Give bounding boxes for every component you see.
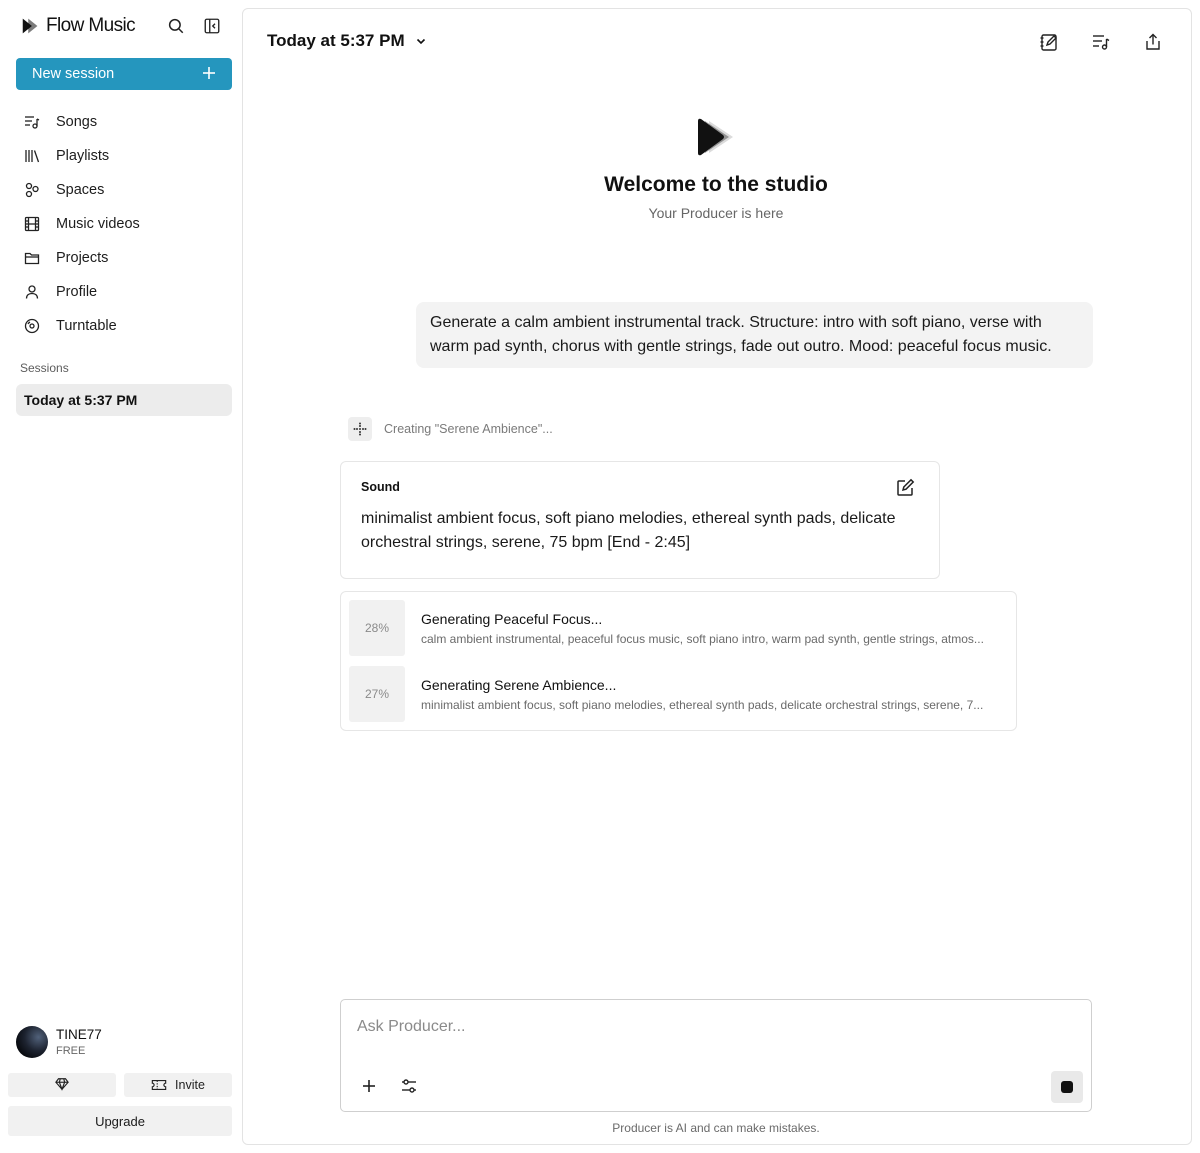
share-icon[interactable] (1142, 31, 1164, 53)
studio-logo-icon (698, 118, 733, 156)
new-session-label: New session (32, 66, 115, 82)
sidebar-item-label: Profile (56, 284, 98, 300)
sidebar-item-songs[interactable]: Songs (16, 105, 232, 139)
welcome-title: Welcome to the studio (604, 173, 828, 196)
session-title-dropdown[interactable]: Today at 5:37 PM (267, 31, 427, 51)
stop-generation-button[interactable] (1051, 1071, 1083, 1103)
settings-sliders-icon[interactable] (399, 1076, 419, 1096)
new-session-button[interactable]: New session (16, 58, 232, 90)
stop-icon (1061, 1081, 1073, 1093)
sound-card: Sound minimalist ambient focus, soft pia… (340, 461, 940, 579)
generation-title: Generating Serene Ambience... (421, 676, 617, 693)
avatar (16, 1026, 48, 1058)
sidebar-item-projects[interactable]: Projects (16, 241, 232, 275)
search-icon[interactable] (166, 16, 186, 36)
generation-title: Generating Peaceful Focus... (421, 610, 603, 627)
user-name: TINE77 (56, 1027, 102, 1042)
upgrade-button[interactable]: Upgrade (8, 1106, 232, 1136)
ask-producer-input[interactable] (357, 1018, 1057, 1036)
chevron-down-icon (415, 35, 427, 47)
main-nav: Songs Playlists Spaces Music videos Proj… (16, 105, 232, 343)
collapse-sidebar-icon[interactable] (202, 16, 222, 36)
sound-card-label: Sound (361, 480, 400, 494)
sidebar-item-label: Spaces (56, 182, 105, 198)
song-queue-icon[interactable] (1090, 31, 1112, 53)
sidebar-item-label: Projects (56, 250, 109, 266)
sidebar-item-label: Turntable (56, 318, 117, 334)
user-plan-badge: FREE (56, 1045, 86, 1057)
sound-card-text: minimalist ambient focus, soft piano mel… (361, 510, 896, 551)
generation-progress: 27% (349, 666, 405, 722)
composer (340, 999, 1092, 1112)
user-account[interactable]: TINE77 FREE (16, 1026, 102, 1058)
ai-disclaimer: Producer is AI and can make mistakes. (612, 1121, 820, 1135)
generation-description: calm ambient instrumental, peaceful focu… (421, 631, 984, 646)
credits-button[interactable] (8, 1073, 116, 1097)
sidebar-item-label: Songs (56, 114, 98, 130)
app-name: Flow Music (46, 15, 136, 36)
session-title: Today at 5:37 PM (267, 31, 405, 50)
loading-dots-icon (348, 417, 372, 441)
studio-panel: Today at 5:37 PM Welcome to the studio Y… (242, 8, 1192, 1145)
sidebar-item-playlists[interactable]: Playlists (16, 139, 232, 173)
sidebar: Flow Music New session Songs Playlists S… (0, 0, 242, 1153)
generation-item[interactable]: 28% Generating Peaceful Focus... calm am… (349, 600, 1009, 656)
generation-item[interactable]: 27% Generating Serene Ambience... minima… (349, 666, 1009, 722)
ticket-icon (151, 1078, 167, 1092)
welcome-subtitle: Your Producer is here (648, 205, 784, 221)
add-attachment-icon[interactable] (359, 1076, 379, 1096)
invite-label: Invite (175, 1078, 205, 1092)
library-icon (24, 148, 40, 164)
film-icon (24, 216, 40, 232)
gem-icon (55, 1077, 69, 1094)
creating-status-text: Creating "Serene Ambience"... (384, 422, 553, 436)
folder-icon (24, 250, 40, 266)
sidebar-item-label: Music videos (56, 216, 140, 232)
invite-button[interactable]: Invite (124, 1073, 232, 1097)
app-logo[interactable]: Flow Music (20, 14, 136, 38)
vinyl-icon (24, 318, 40, 334)
sidebar-item-turntable[interactable]: Turntable (16, 309, 232, 343)
sidebar-item-music-videos[interactable]: Music videos (16, 207, 232, 241)
generation-progress: 28% (349, 600, 405, 656)
sidebar-item-profile[interactable]: Profile (16, 275, 232, 309)
creating-status: Creating "Serene Ambience"... (348, 417, 553, 441)
songs-icon (24, 114, 40, 130)
sessions-heading: Sessions (20, 361, 69, 375)
generation-list: 28% Generating Peaceful Focus... calm am… (340, 591, 1017, 731)
spaces-icon (24, 182, 40, 198)
session-item-active[interactable]: Today at 5:37 PM (16, 384, 232, 416)
flow-logo-icon (22, 18, 38, 34)
plus-icon (202, 65, 216, 83)
generation-description: minimalist ambient focus, soft piano mel… (421, 697, 984, 712)
user-message-bubble: Generate a calm ambient instrumental tra… (416, 302, 1093, 368)
sidebar-item-label: Playlists (56, 148, 110, 164)
person-icon (24, 284, 40, 300)
notes-edit-icon[interactable] (1038, 31, 1060, 53)
sidebar-item-spaces[interactable]: Spaces (16, 173, 232, 207)
edit-icon[interactable] (895, 478, 915, 498)
